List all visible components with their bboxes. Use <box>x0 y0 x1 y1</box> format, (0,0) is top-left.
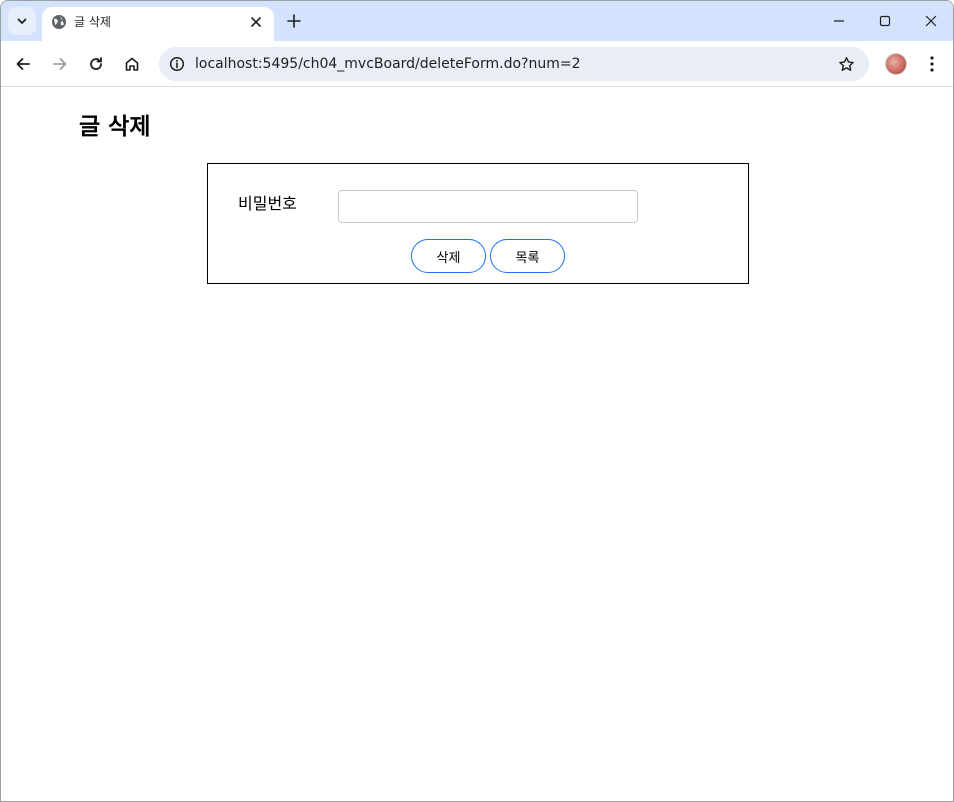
globe-icon <box>52 15 66 29</box>
more-vertical-icon <box>930 56 934 72</box>
site-info-button[interactable] <box>165 52 189 76</box>
arrow-left-icon <box>16 58 30 70</box>
maximize-icon <box>879 15 891 27</box>
close-window-button[interactable] <box>911 7 951 35</box>
browser-toolbar: localhost:5495/ch04_mvcBoard/deleteForm.… <box>1 41 953 87</box>
page-title: 글 삭제 <box>79 114 151 140</box>
back-button[interactable] <box>9 50 37 78</box>
page-content: 글 삭제 비밀번호 삭제 목록 <box>1 88 953 801</box>
delete-form: 비밀번호 삭제 목록 <box>207 163 749 284</box>
reload-button[interactable] <box>82 50 110 78</box>
reload-icon <box>90 57 102 70</box>
home-icon <box>125 57 139 71</box>
browser-menu-button[interactable] <box>920 50 944 78</box>
password-input[interactable] <box>338 190 638 223</box>
home-button[interactable] <box>118 50 146 78</box>
info-icon <box>169 56 185 72</box>
tab-strip: 글 삭제 <box>1 1 953 41</box>
close-icon <box>251 17 261 27</box>
forward-button[interactable] <box>46 50 74 78</box>
new-tab-button[interactable] <box>283 10 305 32</box>
minimize-button[interactable] <box>819 7 859 35</box>
tab-title: 글 삭제 <box>74 15 111 29</box>
bookmark-button[interactable] <box>835 53 857 75</box>
tab-close-button[interactable] <box>246 12 266 32</box>
star-icon <box>838 56 854 71</box>
password-label: 비밀번호 <box>238 194 297 213</box>
chevron-down-icon <box>17 18 27 24</box>
url-text: localhost:5495/ch04_mvcBoard/deleteForm.… <box>195 56 581 72</box>
plus-icon <box>287 14 301 28</box>
maximize-button[interactable] <box>865 7 905 35</box>
list-button[interactable]: 목록 <box>490 239 565 273</box>
browser-window: 글 삭제 localhost:5495/ch04_mvcBoard/delete… <box>0 0 954 802</box>
tab-search-button[interactable] <box>8 7 36 35</box>
browser-tab[interactable]: 글 삭제 <box>42 7 274 41</box>
arrow-right-icon <box>53 58 67 70</box>
close-icon <box>925 15 937 27</box>
minimize-icon <box>834 20 844 22</box>
delete-button[interactable]: 삭제 <box>411 239 486 273</box>
profile-avatar[interactable] <box>885 53 907 75</box>
address-bar[interactable]: localhost:5495/ch04_mvcBoard/deleteForm.… <box>159 47 869 81</box>
